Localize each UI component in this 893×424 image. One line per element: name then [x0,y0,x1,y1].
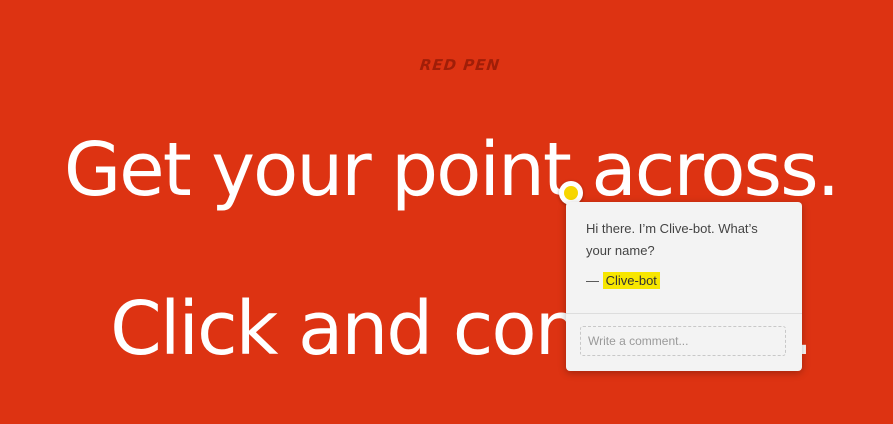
comment-author-name: Clive-bot [602,272,660,289]
comment-marker-dot [564,186,578,200]
comment-author-line: — Clive-bot [586,272,782,290]
comment-message: Hi there. I’m Clive-bot. What’s your nam… [586,221,758,258]
comment-input[interactable] [580,326,786,356]
headline-get-your-point-across: Get your point across. [63,127,840,213]
author-dash: — [586,273,599,288]
comment-thread: Hi there. I’m Clive-bot. What’s your nam… [566,202,802,314]
comment-popup: Hi there. I’m Clive-bot. What’s your nam… [566,202,802,371]
red-pen-logo: RED PEN [418,56,502,74]
